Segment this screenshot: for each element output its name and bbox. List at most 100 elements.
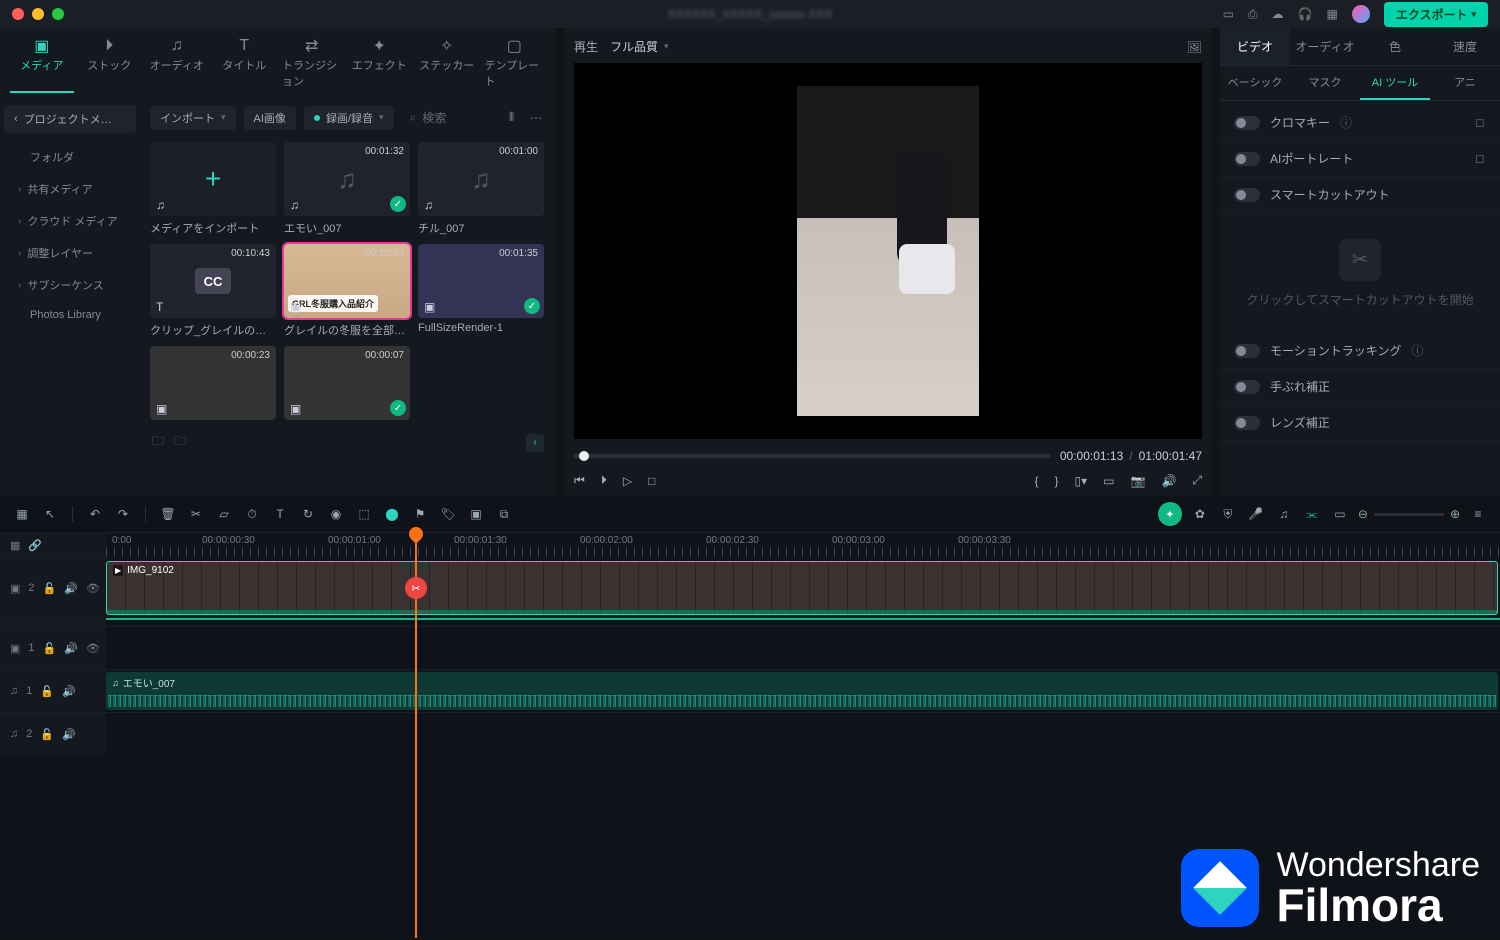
media-clip[interactable]: 00:10:43GRL冬服購入品紹介▣ グレイルの冬服を全部着て… [284, 244, 410, 338]
more-icon[interactable]: ⋯ [526, 107, 546, 129]
tab-effect[interactable]: ✦エフェクト [348, 34, 412, 93]
subtab-anim[interactable]: アニ [1430, 66, 1500, 100]
import-media-tile[interactable]: +♫ メディアをインポート [150, 142, 276, 236]
empty-video-lane[interactable] [106, 627, 1500, 669]
eye-icon[interactable]: 👁 [86, 642, 100, 655]
prop-tab-color[interactable]: 色 [1360, 28, 1430, 65]
lock-icon[interactable]: 🔓 [40, 728, 54, 741]
media-clip[interactable]: 00:00:23▣ [150, 346, 276, 420]
music-icon[interactable]: ♫ [1274, 507, 1294, 521]
cloud-icon[interactable]: ☁ [1272, 7, 1284, 21]
motion-tracking-toggle[interactable] [1234, 344, 1260, 358]
timeline-ruler[interactable]: 0:00 00:00:00:30 00:00:01:00 00:00:01:30… [106, 533, 1500, 558]
undo-icon[interactable]: ↶ [85, 507, 105, 521]
sidebar-shared-media[interactable]: 共有メディア [4, 173, 136, 205]
lens-toggle[interactable] [1234, 416, 1260, 430]
tab-transition[interactable]: ⇄トランジション [280, 34, 344, 93]
audio-clip[interactable]: エモい_007 [106, 672, 1498, 710]
ai-portrait-toggle[interactable] [1234, 152, 1260, 166]
audio-beat-icon[interactable]: ⫘ [1302, 507, 1322, 522]
ai-assistant-button[interactable]: ✦ [1158, 502, 1182, 526]
import-dropdown[interactable]: インポート▾ [150, 106, 236, 130]
tab-sticker[interactable]: ✧ステッカー [415, 34, 479, 93]
play-backward-icon[interactable]: ⏵ [601, 473, 607, 488]
apps-icon[interactable]: ▦ [1326, 7, 1337, 21]
info-icon[interactable]: ⓘ [1340, 114, 1352, 131]
color-icon[interactable]: ◉ [326, 507, 346, 521]
media-clip[interactable]: CC00:10:43T クリップ_グレイルの冬服を… [150, 244, 276, 338]
snapshot-icon[interactable]: 🖼 [1187, 40, 1202, 54]
media-clip[interactable]: 00:00:07▣✓ [284, 346, 410, 420]
grid-icon[interactable]: ▦ [12, 507, 32, 521]
play-icon[interactable]: ▷ [623, 474, 632, 488]
chromakey-toggle[interactable] [1234, 116, 1260, 130]
sidebar-subsequence[interactable]: サブシーケンス [4, 269, 136, 301]
reset-icon[interactable]: ◇ [1471, 149, 1491, 169]
ai-image-button[interactable]: AI画像 [244, 106, 296, 130]
video-clip[interactable]: IMG_9102 [106, 561, 1498, 615]
mark-out-icon[interactable]: } [1054, 474, 1058, 488]
prop-tab-audio[interactable]: オーディオ [1290, 28, 1360, 65]
camera-icon[interactable]: 📷 [1130, 474, 1145, 488]
smart-cutout-start[interactable]: ✂ クリックしてスマートカットアウトを開始 [1220, 213, 1500, 333]
new-folder-icon[interactable]: 🗀 [152, 432, 164, 453]
tab-audio[interactable]: ♫オーディオ [145, 34, 209, 93]
prop-tab-speed[interactable]: 速度 [1430, 28, 1500, 65]
tab-title[interactable]: Tタイトル [213, 34, 277, 93]
media-clip[interactable]: 00:01:35▣✓ FullSizeRender-1 [418, 244, 544, 338]
delete-icon[interactable]: 🗑 [158, 507, 178, 521]
mute-icon[interactable]: 🔊 [62, 728, 76, 741]
mark-in-icon[interactable]: { [1034, 474, 1038, 488]
tab-media[interactable]: ▣メディア [10, 34, 74, 93]
record-dropdown[interactable]: 録画/録音▾ [304, 106, 394, 130]
video-track-lane[interactable]: IMG_9102 ✂ [106, 559, 1500, 617]
media-clip[interactable]: ♫00:01:32♫✓ エモい_007 [284, 142, 410, 236]
timeline-zoom[interactable]: ⊖ ⊕ [1358, 507, 1460, 521]
zoom-out-icon[interactable]: ⊖ [1358, 507, 1368, 521]
preview-canvas[interactable] [574, 63, 1202, 439]
project-media-dropdown[interactable]: ‹プロジェクトメ… [4, 105, 136, 133]
zoom-in-icon[interactable]: ⊕ [1450, 507, 1460, 521]
smart-cutout-toggle[interactable] [1234, 188, 1260, 202]
settings-icon[interactable]: ✿ [1190, 507, 1210, 521]
media-clip[interactable]: ♫00:01:00♫ チル_007 [418, 142, 544, 236]
tab-template[interactable]: ▢テンプレート [483, 34, 547, 93]
cut-icon[interactable]: ✂ [186, 507, 206, 521]
tag-icon[interactable]: 🏷 [438, 507, 458, 521]
display-mode-icon[interactable]: ▭ [1103, 474, 1114, 488]
ratio-icon[interactable]: ▯▾ [1075, 474, 1088, 488]
subtab-basic[interactable]: ベーシック [1220, 66, 1290, 100]
rotate-icon[interactable]: ↻ [298, 507, 318, 521]
tab-stock[interactable]: ⏵ストック [78, 34, 142, 93]
crop-icon[interactable]: ▱ [214, 507, 234, 521]
collapse-arrow[interactable]: ‹ [526, 434, 544, 452]
maximize-window[interactable] [52, 8, 64, 20]
detach-icon[interactable]: ⧉ [494, 507, 514, 522]
fit-icon[interactable]: ▭ [1330, 507, 1350, 521]
eye-icon[interactable]: 👁 [86, 582, 100, 595]
minimize-window[interactable] [32, 8, 44, 20]
keyframe-icon[interactable]: ⬚ [354, 507, 374, 521]
support-icon[interactable]: 🎧 [1298, 7, 1313, 21]
lock-icon[interactable]: 🔓 [43, 642, 57, 655]
prop-tab-video[interactable]: ビデオ [1220, 28, 1290, 65]
filter-icon[interactable]: ⫴ [505, 106, 518, 129]
quality-dropdown[interactable]: フル品質▾ [610, 38, 669, 55]
display-icon[interactable]: ▭ [1223, 7, 1234, 21]
account-avatar[interactable] [1352, 5, 1370, 23]
mute-icon[interactable]: 🔊 [62, 685, 76, 698]
audio-track-lane[interactable]: エモい_007 [106, 670, 1500, 712]
redo-icon[interactable]: ↷ [113, 507, 133, 521]
group-icon[interactable]: ▣ [466, 507, 486, 521]
info-icon[interactable]: ⓘ [1411, 342, 1423, 359]
speed-icon[interactable]: ⏱ [242, 507, 262, 522]
mute-icon[interactable]: 🔊 [64, 582, 78, 595]
marker-icon[interactable]: ⚑ [410, 507, 430, 521]
sidebar-cloud-media[interactable]: クラウド メディア [4, 205, 136, 237]
pointer-icon[interactable]: ↖ [40, 507, 60, 521]
sidebar-adjustment-layer[interactable]: 調整レイヤー [4, 237, 136, 269]
stop-icon[interactable]: □ [648, 474, 655, 488]
prev-frame-icon[interactable]: ⏮ [574, 473, 585, 488]
mute-icon[interactable]: 🔊 [64, 642, 78, 655]
empty-audio-lane[interactable] [106, 713, 1500, 755]
